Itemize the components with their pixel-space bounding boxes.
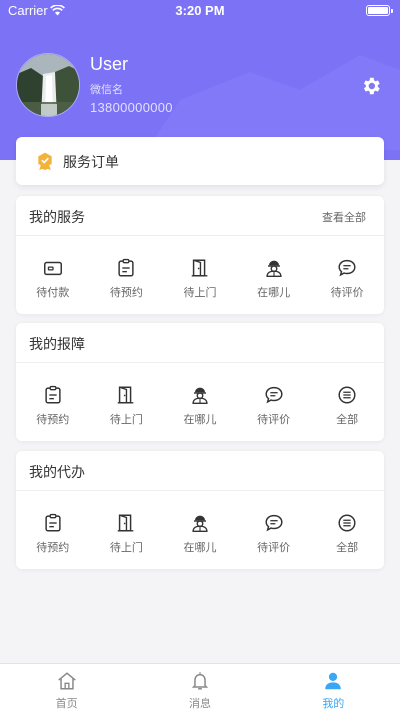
agency-item-pending-visit[interactable]: 待上门 [90, 491, 164, 569]
item-label: 在哪儿 [183, 541, 217, 554]
item-label: 在哪儿 [257, 286, 291, 299]
wechat-nickname: 微信名 [90, 83, 123, 96]
repair-item-all[interactable]: 全部 [310, 363, 384, 441]
my-repairs-section: 我的报障 待预约 待上门 在哪儿 待评价 全部 [16, 323, 384, 441]
agency-item-all[interactable]: 全部 [310, 491, 384, 569]
phone-number: 13800000000 [90, 100, 173, 115]
gear-icon[interactable] [360, 75, 382, 97]
medal-icon [38, 152, 52, 171]
tab-mine[interactable]: 我的 [267, 664, 400, 711]
list-circle-icon [336, 384, 358, 406]
item-label: 待评价 [257, 413, 291, 426]
service-item-where[interactable]: 在哪儿 [237, 236, 311, 314]
status-bar: Carrier 3:20 PM [0, 0, 400, 22]
status-time: 3:20 PM [175, 3, 225, 18]
clipboard-icon [42, 384, 64, 406]
wallet-icon [42, 257, 64, 279]
item-label: 待预约 [36, 413, 70, 426]
clipboard-icon [115, 257, 137, 279]
service-orders-label: 服务订单 [63, 155, 119, 171]
home-icon [57, 672, 76, 690]
avatar[interactable] [16, 53, 80, 117]
username: User [90, 54, 129, 74]
worker-icon [263, 257, 285, 279]
repair-item-where[interactable]: 在哪儿 [163, 363, 237, 441]
item-label: 待付款 [36, 286, 70, 299]
repair-item-pending-visit[interactable]: 待上门 [90, 363, 164, 441]
service-item-pending-payment[interactable]: 待付款 [16, 236, 90, 314]
service-item-pending-visit[interactable]: 待上门 [163, 236, 237, 314]
worker-icon [189, 512, 211, 534]
agency-item-where[interactable]: 在哪儿 [163, 491, 237, 569]
my-agency-title: 我的代办 [29, 465, 85, 481]
waterfall-image [17, 54, 79, 116]
door-icon [189, 257, 211, 279]
item-label: 全部 [336, 541, 359, 554]
item-label: 待评价 [257, 541, 291, 554]
repair-item-pending-review[interactable]: 待评价 [237, 363, 311, 441]
item-label: 待评价 [330, 286, 364, 299]
tab-messages-label: 消息 [188, 697, 211, 710]
bottom-tab-bar: 首页 消息 我的 [0, 663, 400, 711]
tab-mine-label: 我的 [322, 697, 345, 710]
repair-item-pending-appointment[interactable]: 待预约 [16, 363, 90, 441]
item-label: 在哪儿 [183, 413, 217, 426]
door-icon [115, 384, 137, 406]
service-item-pending-review[interactable]: 待评价 [310, 236, 384, 314]
service-orders-card[interactable]: 服务订单 [16, 137, 384, 185]
battery-icon [366, 5, 393, 16]
chat-bubble-icon [263, 512, 285, 534]
my-agency-section: 我的代办 待预约 待上门 在哪儿 待评价 全部 [16, 451, 384, 569]
worker-icon [189, 384, 211, 406]
user-icon [325, 672, 342, 690]
tab-messages[interactable]: 消息 [133, 664, 266, 711]
item-label: 待上门 [109, 541, 143, 554]
clipboard-icon [42, 512, 64, 534]
service-item-pending-appointment[interactable]: 待预约 [90, 236, 164, 314]
item-label: 待上门 [109, 413, 143, 426]
tab-home-label: 首页 [55, 697, 78, 710]
my-services-title: 我的服务 [29, 210, 85, 226]
bell-icon [191, 672, 209, 690]
item-label: 待上门 [183, 286, 217, 299]
agency-item-pending-review[interactable]: 待评价 [237, 491, 311, 569]
chat-bubble-icon [336, 257, 358, 279]
list-circle-icon [336, 512, 358, 534]
agency-item-pending-appointment[interactable]: 待预约 [16, 491, 90, 569]
item-label: 全部 [336, 413, 359, 426]
view-all-link[interactable]: 查看全部 [322, 209, 366, 225]
chat-bubble-icon [263, 384, 285, 406]
tab-home[interactable]: 首页 [0, 664, 133, 711]
my-services-section: 我的服务 查看全部 待付款 待预约 待上门 在哪儿 待评价 [16, 196, 384, 314]
my-repairs-title: 我的报障 [29, 337, 85, 353]
item-label: 待预约 [36, 541, 70, 554]
door-icon [115, 512, 137, 534]
item-label: 待预约 [109, 286, 143, 299]
